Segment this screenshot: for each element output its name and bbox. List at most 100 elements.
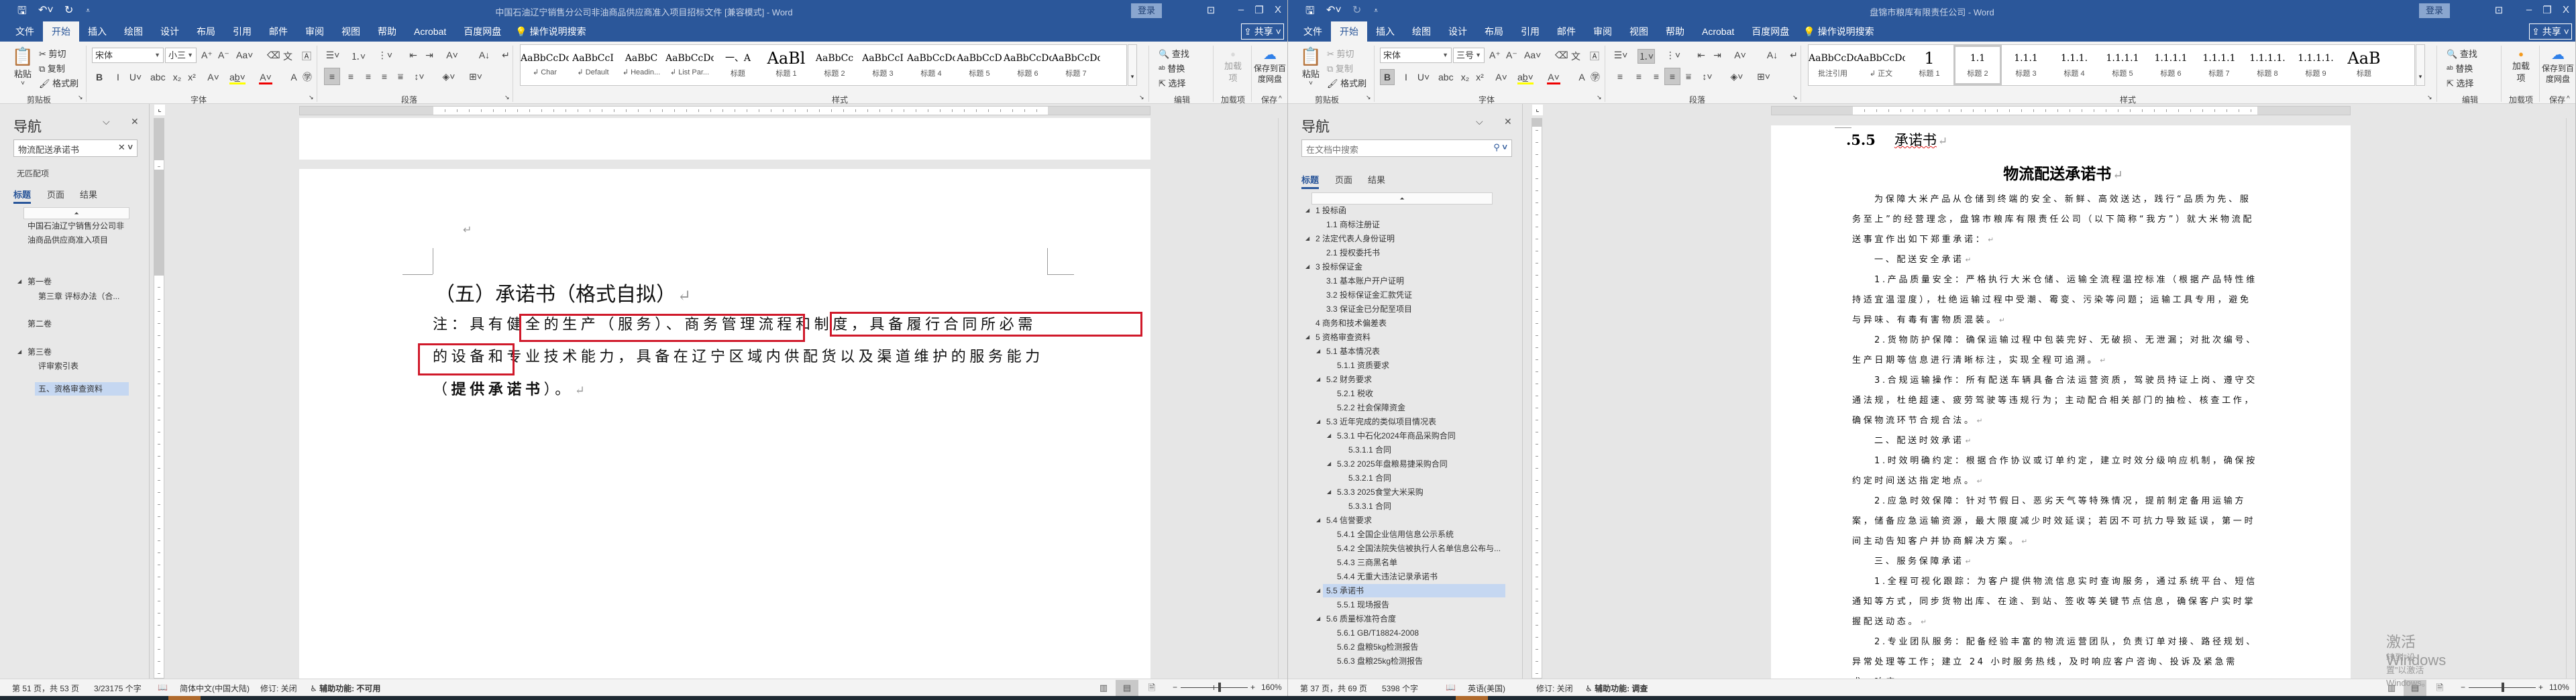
- nav-heading-item[interactable]: 5.3.3.1 合同: [1288, 500, 1523, 513]
- nav-heading-item[interactable]: ◢ 5.2 财务要求: [1288, 373, 1523, 386]
- strikethrough-icon[interactable]: abc: [150, 70, 166, 84]
- underline-icon[interactable]: U˅: [1417, 70, 1430, 84]
- nav-heading-item[interactable]: ◢ 3 投标保证金: [1288, 260, 1523, 274]
- decrease-indent-icon[interactable]: ⇤: [1693, 50, 1709, 61]
- nav-heading-item[interactable]: ◢ 2 法定代表人身份证明: [1288, 232, 1523, 245]
- expand-triangle-icon[interactable]: ◢: [1305, 204, 1309, 217]
- clear-format-icon[interactable]: ⌫: [267, 50, 280, 61]
- page-count[interactable]: 第 51 页，共 53 页: [12, 683, 79, 694]
- collapse-all-headings-button[interactable]: ⏶: [23, 207, 129, 219]
- ribbon-display-options-icon[interactable]: ⊡: [1201, 4, 1221, 16]
- style-item[interactable]: AaBbCcI ↲ Default: [569, 45, 617, 85]
- zoom-level[interactable]: 110%: [2549, 683, 2569, 692]
- tab-12[interactable]: 百度网盘: [1743, 21, 1798, 42]
- document-heading[interactable]: （五）承诺书（格式自拟）: [435, 278, 691, 307]
- painter-button[interactable]: 🖌 格式刷: [1327, 76, 1366, 89]
- phonetic-guide-icon[interactable]: 文: [1571, 50, 1580, 63]
- find-button[interactable]: 🔍 查找: [2447, 47, 2477, 60]
- line-spacing-icon[interactable]: ↕˅: [1700, 68, 1715, 84]
- paste-button[interactable]: 📋 粘贴 ˅: [9, 46, 36, 93]
- align-center-icon[interactable]: ≡: [1631, 68, 1646, 84]
- nav-heading-item[interactable]: 第二卷: [0, 317, 150, 331]
- nav-heading-item[interactable]: 5.4.4 无重大违法记录承诺书: [1288, 570, 1523, 583]
- addins-button[interactable]: ● 加载项: [1224, 48, 1242, 84]
- print-layout-button[interactable]: ▤: [1116, 680, 1138, 696]
- nav-tab-0[interactable]: 标题: [13, 188, 31, 200]
- style-item[interactable]: AaB 标题: [2340, 45, 2388, 85]
- taskbar-app-indicator[interactable]: [1456, 696, 1488, 700]
- close-icon[interactable]: X: [2556, 4, 2575, 15]
- char-border-icon[interactable]: 🄰: [302, 50, 311, 63]
- document-paragraph[interactable]: 3.合规运输操作：所有配送车辆具备合法运营资质，驾驶员持证上岗、遵守交通法规，杜…: [1852, 371, 2259, 431]
- style-item[interactable]: 1 标题 1: [1905, 45, 1953, 85]
- text-direction-icon[interactable]: A˅: [444, 50, 460, 60]
- share-button[interactable]: ⇪ 共享 ˅: [1241, 23, 1284, 40]
- tab-3[interactable]: 绘图: [115, 21, 152, 42]
- align-left-icon[interactable]: ≡: [324, 68, 340, 85]
- document-paragraph[interactable]: 2.专业团队服务：配备经验丰富的物流运营团队，负责订单对接、路径规划、异常处理等…: [1852, 632, 2259, 679]
- save-to-baidu-button[interactable]: ☁ 保存到百度网盘: [1253, 47, 1287, 84]
- tell-me-search[interactable]: 💡 操作说明搜索: [1803, 21, 1874, 42]
- nav-heading-item[interactable]: ◢ 5.4 信誉要求: [1288, 514, 1523, 527]
- char-border-icon[interactable]: 🄰: [1590, 50, 1599, 63]
- shading-icon[interactable]: ◈˅: [441, 68, 456, 84]
- font-color-icon[interactable]: A˅: [1547, 70, 1560, 84]
- tab-7[interactable]: 邮件: [1548, 21, 1585, 42]
- search-icon[interactable]: ⚲ ˅: [1493, 142, 1507, 153]
- style-item[interactable]: 1.1.1 标题 3: [2002, 45, 2050, 85]
- read-mode-button[interactable]: ▥: [1092, 680, 1115, 696]
- tab-10[interactable]: 帮助: [1657, 21, 1693, 42]
- style-item[interactable]: 一、A 标题: [714, 45, 762, 85]
- change-case-icon[interactable]: Aa˅: [1524, 50, 1541, 60]
- nav-heading-item[interactable]: 5.2.2 社会保障资金: [1288, 401, 1523, 414]
- document-paragraph[interactable]: 2.应急时效保障：针对节假日、恶劣天气等特殊情况，提前制定备用运输方案，储备应急…: [1852, 491, 2259, 552]
- tab-9[interactable]: 视图: [333, 21, 369, 42]
- nav-heading-item[interactable]: ◢ 5.3.3 2025食堂大米采购: [1288, 485, 1523, 499]
- expand-triangle-icon[interactable]: ◢: [1327, 457, 1331, 471]
- vertical-ruler[interactable]: [1532, 118, 1542, 679]
- tell-me-search[interactable]: 💡 操作说明搜索: [515, 21, 586, 42]
- tab-4[interactable]: 设计: [152, 21, 188, 42]
- nav-heading-item[interactable]: 5.3.2.1 合同: [1288, 471, 1523, 485]
- align-left-icon[interactable]: ≡: [1613, 68, 1627, 84]
- zoom-out-button[interactable]: −: [1173, 683, 1177, 692]
- vertical-scrollbar[interactable]: [1278, 118, 1287, 679]
- show-marks-icon[interactable]: ↵: [1786, 50, 1802, 61]
- document-paragraph[interactable]: 2.货物防护保障：确保运输过程中包装完好、无破损、无泄漏；对批次编号、生产日期等…: [1852, 331, 2259, 371]
- nav-heading-item[interactable]: 5.6.3 盘粮25kg检测报告: [1288, 654, 1523, 668]
- tab-1[interactable]: 开始: [43, 21, 79, 42]
- nav-heading-item[interactable]: 5.4.2 全国法院失信被执行人名单信息公布与...: [1288, 542, 1523, 555]
- char-shading-icon[interactable]: A: [287, 70, 301, 84]
- nav-close-icon[interactable]: ✕: [1504, 116, 1512, 127]
- justify-icon[interactable]: ≡: [377, 68, 392, 84]
- document-paragraph[interactable]: 1.时效明确约定：根据合作协议或订单约定，建立时效分级响应机制，确保按约定时间送…: [1852, 451, 2259, 491]
- ribbon-display-options-icon[interactable]: ⊡: [2489, 4, 2509, 16]
- phonetic-guide-icon[interactable]: 文: [283, 50, 292, 63]
- shrink-font-icon[interactable]: A⁻: [1506, 50, 1517, 61]
- zoom-in-button[interactable]: +: [1250, 683, 1255, 692]
- dialog-launcher-icon[interactable]: ↘: [78, 94, 83, 101]
- multilevel-list-icon[interactable]: ⋮˅: [1665, 50, 1681, 61]
- select-button[interactable]: ⇱ 选择: [1159, 76, 1186, 89]
- align-center-icon[interactable]: ≡: [343, 68, 358, 84]
- cut-button[interactable]: ✂ 剪切: [1327, 47, 1354, 60]
- align-right-icon[interactable]: ≡: [1649, 68, 1664, 84]
- nav-heading-item[interactable]: 五、资格审查资料: [35, 382, 129, 396]
- style-item[interactable]: AaBbCcDd 标题 7: [1052, 45, 1100, 85]
- horizontal-ruler[interactable]: [299, 106, 1150, 115]
- paste-button[interactable]: 📋 粘贴 ˅: [1297, 46, 1324, 93]
- nav-heading-item[interactable]: 5.1.1 资质要求: [1288, 359, 1523, 372]
- expand-triangle-icon[interactable]: ◢: [17, 275, 21, 288]
- nav-close-icon[interactable]: ✕: [131, 116, 139, 127]
- document-paragraph[interactable]: 二、配送时效承诺: [1852, 431, 2259, 451]
- clear-search-icon[interactable]: ✕ ˅: [118, 142, 133, 153]
- expand-triangle-icon[interactable]: ◢: [1327, 429, 1331, 443]
- styles-more-button[interactable]: ▾: [2416, 44, 2425, 86]
- tab-11[interactable]: Acrobat: [1693, 21, 1743, 42]
- change-case-icon[interactable]: Aa˅: [236, 50, 253, 60]
- tab-5[interactable]: 布局: [1476, 21, 1512, 42]
- tab-6[interactable]: 引用: [224, 21, 260, 42]
- tab-3[interactable]: 绘图: [1403, 21, 1440, 42]
- expand-triangle-icon[interactable]: ◢: [1305, 232, 1309, 245]
- nav-heading-item[interactable]: 5.6.1 GB/T18824-2008: [1288, 626, 1523, 640]
